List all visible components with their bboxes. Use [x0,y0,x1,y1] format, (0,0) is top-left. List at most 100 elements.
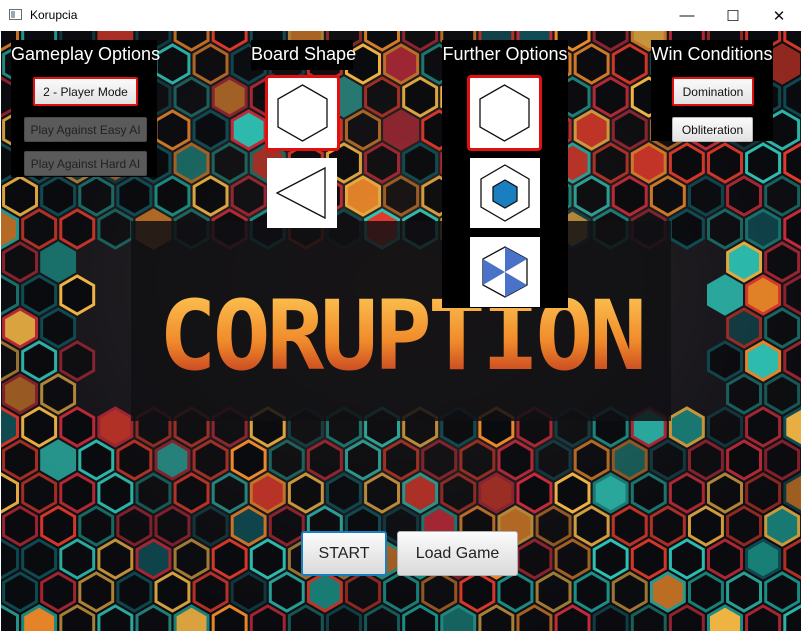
background-hexagon [249,472,286,514]
background-hexagon [59,472,96,514]
background-hexagon [59,340,96,382]
board-shape-hexagon[interactable] [265,75,340,151]
background-hexagon [97,538,134,580]
background-hexagon [21,340,58,382]
background-hexagon [649,505,686,547]
background-hexagon [59,274,96,316]
background-hexagon [345,109,381,151]
background-hexagon [345,439,381,481]
play-hard-ai-button[interactable]: Play Against Hard AI [24,151,147,176]
background-hexagon [573,439,610,481]
background-hexagon [611,571,648,613]
background-hexagon [630,142,667,184]
background-hexagon [764,439,801,481]
play-easy-ai-button[interactable]: Play Against Easy AI [24,117,147,142]
background-hexagon [21,472,58,514]
background-hexagon [2,241,38,283]
background-hexagon [611,43,648,85]
background-hexagon [173,472,210,514]
background-hexagon [78,175,115,217]
gameplay-options-heading: Gameplay Options [11,44,161,64]
background-hexagon [707,208,743,250]
background-hexagon [630,472,667,514]
minimize-button[interactable]: — [664,0,710,31]
background-hexagon [2,373,38,415]
background-hexagon [668,406,705,448]
background-hexagon [40,439,77,481]
background-hexagon [230,571,267,613]
background-hexagon [497,571,534,613]
background-hexagon [630,538,667,580]
background-hexagon [154,439,191,481]
background-hexagon [726,241,762,283]
domination-button[interactable]: Domination [672,77,754,106]
background-hexagon [440,472,477,514]
background-hexagon [764,307,801,349]
background-hexagon [611,175,648,217]
win-conditions-heading: Win Conditions [651,44,773,64]
background-hexagon [2,175,38,217]
title-bar: Korupcia — ☐ ✕ [0,0,802,32]
background-hexagon [230,439,267,481]
background-hexagon [535,505,572,547]
background-hexagon [611,439,648,481]
background-hexagon [192,439,229,481]
background-hexagon [726,505,762,547]
background-hexagon [116,175,153,217]
board-shape-triangle[interactable] [267,158,337,228]
two-player-mode-button[interactable]: 2 - Player Mode [33,77,138,106]
background-hexagon [78,571,115,613]
background-hexagon [707,472,743,514]
background-hexagon [59,208,96,250]
app-icon [9,9,22,20]
background-hexagon [211,538,248,580]
background-hexagon [268,439,305,481]
board-shape-heading: Board Shape [251,44,357,64]
background-hexagon [707,406,743,448]
background-hexagon [668,472,705,514]
board-shape-panel: Board Shape [251,40,357,70]
background-hexagon [764,241,801,283]
background-hexagon [726,571,762,613]
background-hexagon [173,142,210,184]
background-hexagon [726,373,762,415]
background-hexagon [2,307,38,349]
background-hexagon [116,439,153,481]
game-window: CORUPTION Gameplay Options 2 - Player Mo… [1,31,801,631]
start-button[interactable]: START [301,531,387,576]
background-hexagon [478,472,515,514]
background-hexagon [554,472,591,514]
background-hexagon [154,109,191,151]
background-hexagon [230,505,267,547]
background-hexagon [726,175,762,217]
corruption-logo: CORUPTION [159,280,643,392]
background-hexagon [97,472,134,514]
background-hexagon [688,505,724,547]
background-hexagon [649,175,686,217]
further-option-plain-hexagon[interactable] [467,75,542,151]
triangle-wedges-hexagon-icon [482,246,528,298]
further-option-wedge-hexagon[interactable] [470,237,540,307]
background-hexagon [173,538,210,580]
background-hexagon [688,175,724,217]
further-option-filled-hexagon[interactable] [470,158,540,228]
maximize-button[interactable]: ☐ [710,0,756,31]
background-hexagon [592,472,629,514]
background-hexagon [211,142,248,184]
background-hexagon [40,505,77,547]
load-game-button[interactable]: Load Game [397,531,518,576]
background-hexagon [2,439,38,481]
background-hexagon [192,43,229,85]
background-hexagon [40,175,77,217]
background-hexagon [516,538,553,580]
triangle-icon [275,166,326,220]
hexagon-icon [479,84,530,142]
hexagon-icon [277,84,328,142]
obliteration-button[interactable]: Obliteration [672,117,753,142]
further-options-heading: Further Options [442,44,568,64]
background-hexagon [535,571,572,613]
background-hexagon [211,472,248,514]
close-button[interactable]: ✕ [756,0,802,31]
background-hexagon [97,406,134,448]
background-hexagon [364,76,400,118]
